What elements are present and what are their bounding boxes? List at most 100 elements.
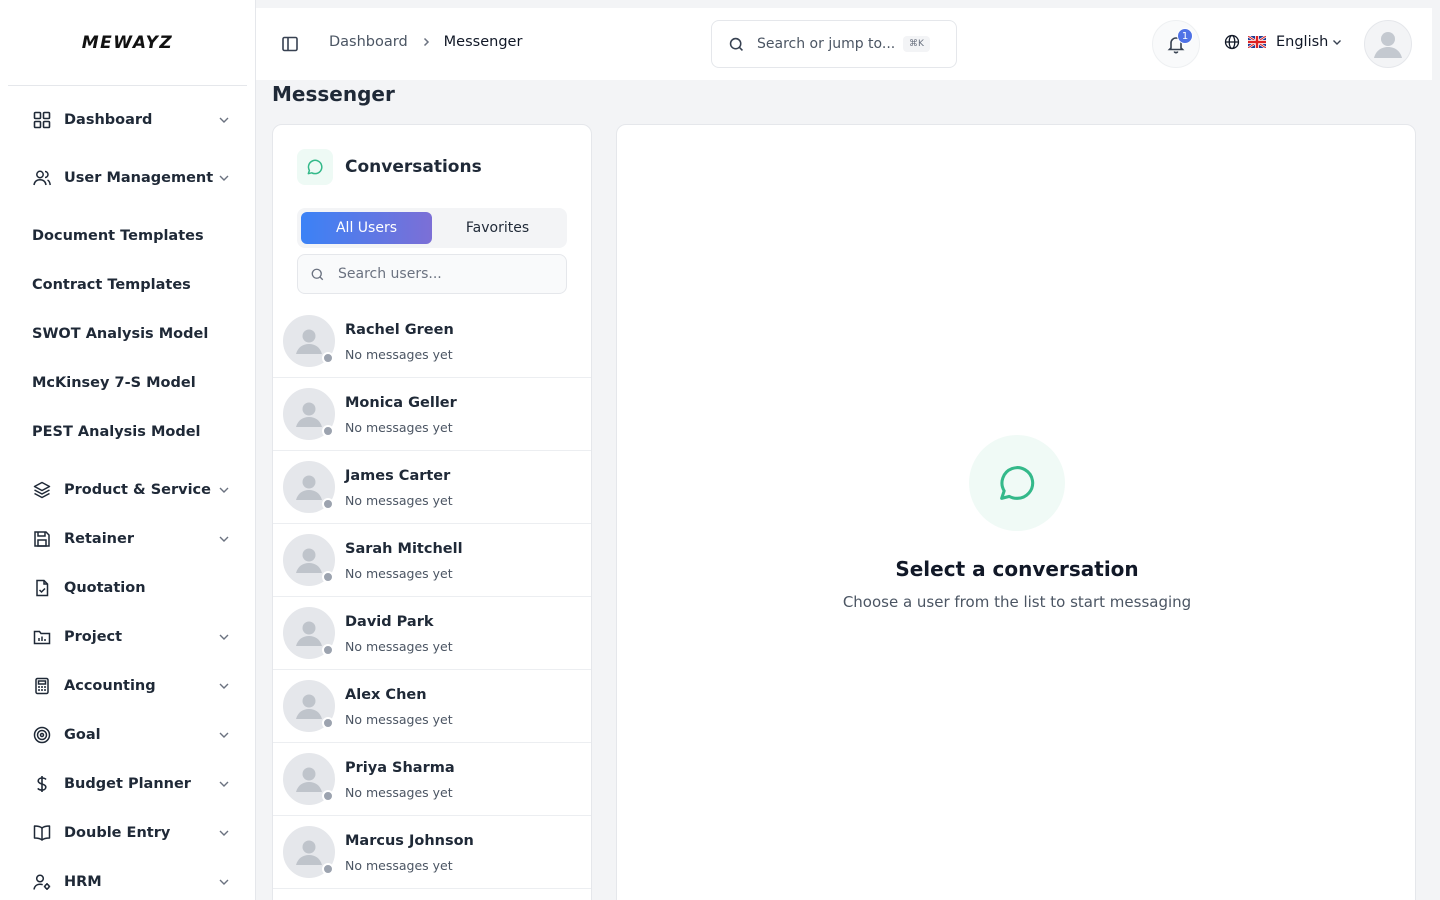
sidebar-item-label: SWOT Analysis Model — [32, 326, 209, 342]
sidebar-item-label: Goal — [64, 727, 101, 743]
sidebar-item-product-service[interactable]: Product & Service — [0, 461, 255, 519]
language-selector[interactable]: English — [1224, 34, 1343, 50]
user-info: Alex Chen No messages yet — [345, 686, 453, 727]
list-item[interactable]: Sarah Mitchell No messages yet — [273, 524, 591, 597]
avatar — [283, 534, 335, 586]
sidebar-item-user-management[interactable]: User Management — [0, 149, 255, 207]
empty-state-subtitle: Choose a user from the list to start mes… — [842, 593, 1192, 611]
sidebar-item-accounting[interactable]: Accounting — [0, 666, 255, 706]
user-name: Alex Chen — [345, 686, 427, 703]
sidebar-item-project[interactable]: Project — [0, 617, 255, 657]
user-search[interactable] — [297, 254, 567, 294]
sidebar-item-goal[interactable]: Goal — [0, 715, 255, 755]
user-info: Sarah Mitchell No messages yet — [345, 540, 463, 581]
user-search-input[interactable] — [338, 266, 538, 282]
page-title: Messenger — [272, 82, 395, 106]
book-icon — [32, 823, 52, 843]
chevron-down-icon — [219, 732, 229, 738]
last-message: No messages yet — [345, 565, 453, 581]
global-search-input[interactable] — [757, 36, 897, 52]
list-item[interactable]: James Carter No messages yet — [273, 451, 591, 524]
folder-chart-icon — [32, 627, 52, 647]
sidebar-item-retainer[interactable]: Retainer — [0, 519, 255, 559]
avatar — [283, 388, 335, 440]
sidebar-item-double-entry[interactable]: Double Entry — [0, 813, 255, 853]
sidebar-item-label: Budget Planner — [64, 776, 191, 792]
grid-icon — [32, 110, 52, 130]
tab-favorites[interactable]: Favorites — [432, 212, 563, 244]
brand-name: MEWAYZ — [81, 32, 174, 53]
chevron-down-icon — [219, 487, 229, 493]
sidebar-item-label: Contract Templates — [32, 277, 191, 293]
chevron-down-icon — [219, 683, 229, 689]
avatar — [283, 753, 335, 805]
avatar — [283, 461, 335, 513]
breadcrumb: Dashboard Messenger — [329, 34, 522, 50]
sidebar-item-label: HRM — [64, 874, 102, 890]
sidebar-item-contract-templates[interactable]: Contract Templates — [0, 265, 255, 305]
chevron-right-icon — [423, 37, 429, 47]
target-icon — [32, 725, 52, 745]
status-dot — [322, 352, 334, 364]
sidebar-item-dashboard[interactable]: Dashboard — [0, 100, 255, 140]
chat-panel: Select a conversation Choose a user from… — [616, 124, 1416, 900]
breadcrumb-dashboard[interactable]: Dashboard — [329, 34, 408, 50]
sidebar-item-label: User Management — [64, 170, 214, 186]
sidebar-item-document-templates[interactable]: Document Templates — [0, 216, 255, 256]
dollar-icon — [32, 774, 52, 794]
conversation-tabs: All Users Favorites — [297, 208, 567, 248]
brand-logo[interactable]: MEWAYZ — [8, 0, 247, 86]
last-message: No messages yet — [345, 346, 453, 362]
breadcrumb-messenger: Messenger — [443, 34, 523, 50]
list-item[interactable]: Alex Chen No messages yet — [273, 670, 591, 743]
sidebar-item-label: Quotation — [64, 580, 146, 596]
search-icon — [311, 268, 324, 280]
status-dot — [322, 425, 334, 437]
user-placeholder-icon — [1374, 32, 1402, 58]
list-item[interactable]: Monica Geller No messages yet — [273, 378, 591, 451]
sidebar-item-swot-analysis-model[interactable]: SWOT Analysis Model — [0, 314, 255, 354]
sidebar-item-budget-planner[interactable]: Budget Planner — [0, 764, 255, 804]
user-name: Rachel Green — [345, 321, 454, 338]
chat-bubble-icon — [297, 149, 333, 185]
last-message: No messages yet — [345, 857, 453, 873]
sidebar-nav: Dashboard User Management Document Templat… — [0, 86, 255, 900]
user-name: Priya Sharma — [345, 759, 455, 776]
search-icon — [729, 37, 743, 51]
global-search[interactable]: ⌘K — [711, 20, 957, 68]
status-dot — [322, 644, 334, 656]
sidebar-item-mckinsey-7-s-model[interactable]: McKinsey 7-S Model — [0, 363, 255, 403]
sidebar-item-label: Accounting — [64, 678, 156, 694]
user-list: Rachel Green No messages yet Monica Geller… — [273, 305, 591, 889]
chevron-down-icon — [219, 830, 229, 836]
conversations-title: Conversations — [345, 157, 482, 177]
user-name: James Carter — [345, 467, 451, 484]
tab-all-users[interactable]: All Users — [301, 212, 432, 244]
status-dot — [322, 863, 334, 875]
chat-bubble-icon — [969, 435, 1065, 531]
uk-flag-icon — [1248, 36, 1266, 48]
avatar — [283, 826, 335, 878]
notifications-button[interactable]: 1 — [1152, 20, 1200, 68]
avatar — [283, 680, 335, 732]
list-item[interactable]: Marcus Johnson No messages yet — [273, 816, 591, 889]
language-label: English — [1276, 34, 1329, 50]
last-message: No messages yet — [345, 711, 453, 727]
sidebar-toggle-icon[interactable] — [280, 34, 300, 54]
status-dot — [322, 790, 334, 802]
sidebar-item-hrm[interactable]: HRM — [0, 862, 255, 900]
sidebar-item-pest-analysis-model[interactable]: PEST Analysis Model — [0, 412, 255, 452]
user-info: Monica Geller No messages yet — [345, 394, 457, 435]
status-dot — [322, 498, 334, 510]
user-gear-icon — [32, 872, 52, 892]
sidebar-item-label: McKinsey 7-S Model — [32, 375, 196, 391]
list-item[interactable]: Priya Sharma No messages yet — [273, 743, 591, 816]
user-avatar[interactable] — [1364, 20, 1412, 68]
search-shortcut: ⌘K — [903, 36, 930, 52]
user-name: David Park — [345, 613, 434, 630]
sidebar-item-quotation[interactable]: Quotation — [0, 568, 255, 608]
list-item[interactable]: David Park No messages yet — [273, 597, 591, 670]
chevron-down-icon — [219, 536, 229, 542]
list-item[interactable]: Rachel Green No messages yet — [273, 305, 591, 378]
users-icon — [32, 168, 52, 188]
